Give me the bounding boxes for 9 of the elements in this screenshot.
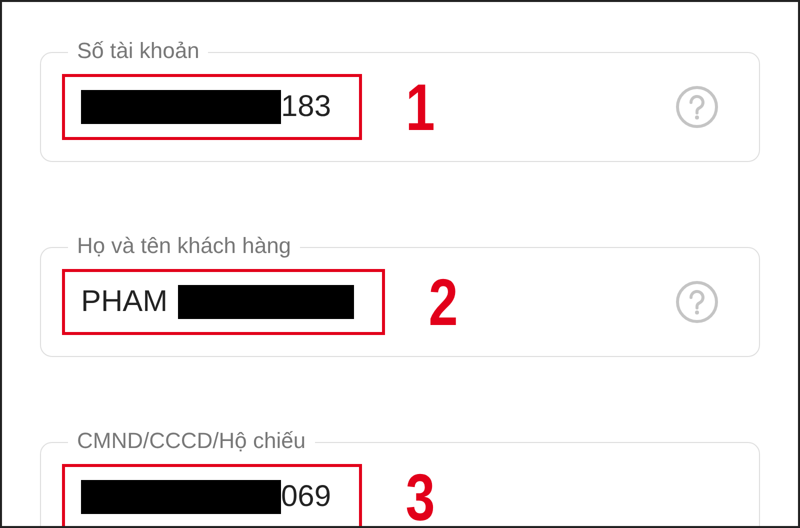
help-icon[interactable] (675, 280, 719, 324)
field-label: CMND/CCCD/Hộ chiếu (68, 428, 315, 454)
field-value: PHAM (81, 285, 168, 319)
field-value: 183 (281, 90, 332, 124)
step-number: 1 (406, 74, 436, 140)
step-number: 3 (406, 464, 436, 526)
step-number: 2 (428, 269, 458, 335)
field-value: 069 (281, 480, 332, 514)
help-icon[interactable] (675, 85, 719, 129)
